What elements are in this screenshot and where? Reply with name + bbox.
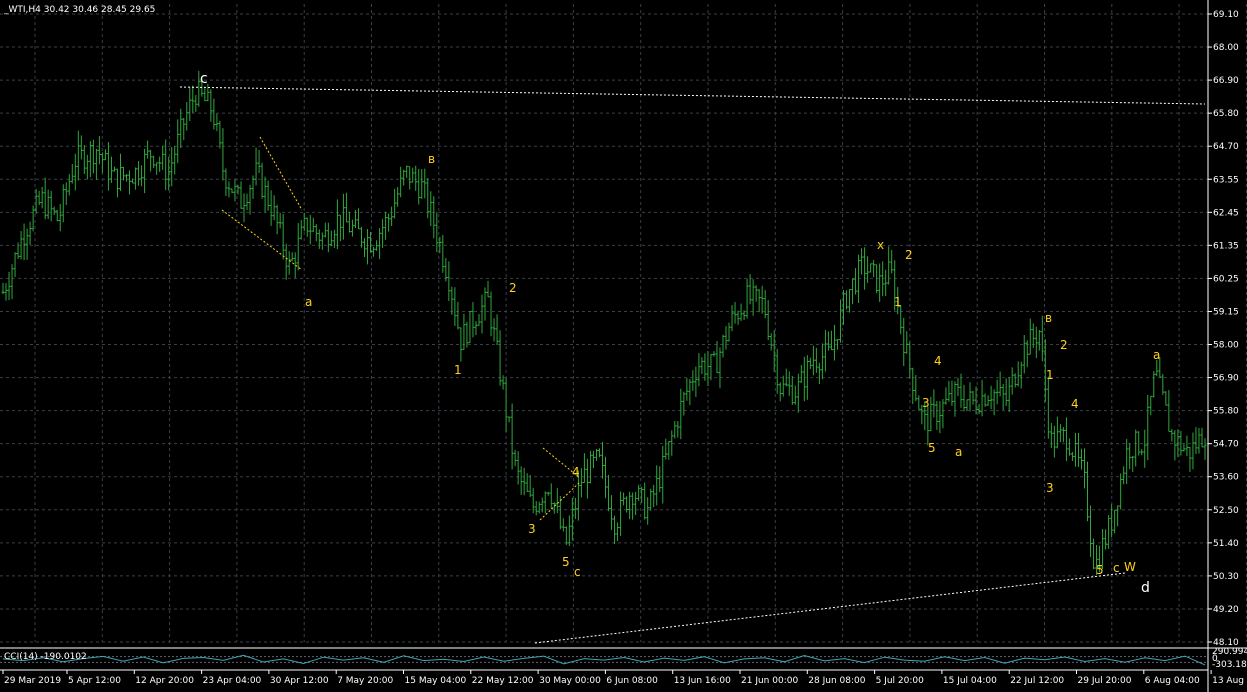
cci-label: CCI(14) -190.0102	[4, 652, 87, 662]
wave-label-u5: 5	[1096, 563, 1104, 577]
wave-label-v2: 2	[905, 248, 913, 262]
time-tick-label: 28 Jun 08:00	[808, 676, 865, 686]
time-tick-label: 6 Jun 08:00	[606, 676, 658, 686]
time-tick-label: 29 Mar 2019	[4, 676, 61, 686]
wave-label-c1: c	[574, 565, 581, 579]
time-tick-label: 6 Aug 04:00	[1145, 676, 1200, 686]
price-tick-label: 51.40	[1213, 539, 1239, 549]
time-tick-label: 12 Apr 20:00	[135, 676, 194, 686]
wave-label-W: W	[1124, 560, 1136, 574]
price-tick-label: 68.00	[1213, 43, 1239, 53]
time-tick-label: 5 Apr 12:00	[68, 676, 121, 686]
time-tick-label: 23 Apr 04:00	[203, 676, 262, 686]
wave-label-u4: 4	[1071, 397, 1079, 411]
price-tick-label: 66.90	[1213, 76, 1239, 86]
price-tick-label: 69.10	[1213, 10, 1239, 20]
wave-label-c_top: c	[200, 71, 208, 87]
price-tick-label: 49.20	[1213, 605, 1239, 615]
wave-label-v3: 3	[922, 396, 930, 410]
wave-label-w4: 4	[572, 465, 580, 479]
time-tick-label: 13 Aug 12:00	[1212, 676, 1247, 686]
time-tick-label: 30 Apr 12:00	[270, 676, 329, 686]
wave-label-c2: c	[1113, 561, 1120, 575]
price-tick-label: 55.80	[1213, 407, 1239, 417]
time-tick-label: 7 May 20:00	[337, 676, 393, 686]
wave-label-b2: в	[1045, 311, 1052, 325]
wave-label-w1: 1	[454, 363, 462, 377]
wave-label-d: d	[1141, 580, 1150, 596]
price-tick-label: 54.70	[1213, 440, 1239, 450]
price-tick-label: 62.45	[1213, 208, 1239, 218]
time-tick-label: 22 May 12:00	[472, 676, 534, 686]
cci-scale-label: -303.186	[1212, 660, 1247, 670]
wave-label-x: x	[877, 238, 884, 252]
price-tick-label: 61.35	[1213, 241, 1239, 251]
time-tick-label: 15 May 04:00	[405, 676, 467, 686]
price-tick-label: 53.60	[1213, 473, 1239, 483]
price-tick-label: 65.80	[1213, 109, 1239, 119]
wave-label-u2: 2	[1060, 338, 1068, 352]
wave-label-a3: a	[1153, 348, 1160, 362]
time-tick-label: 5 Jul 20:00	[876, 676, 925, 686]
wave-label-w3: 3	[528, 522, 536, 536]
time-tick-label: 30 May 00:00	[539, 676, 601, 686]
price-tick-label: 60.25	[1213, 274, 1239, 284]
price-tick-label: 64.70	[1213, 142, 1239, 152]
price-tick-label: 63.55	[1213, 175, 1239, 185]
price-tick-label: 50.30	[1213, 572, 1239, 582]
wave-label-a1: a	[305, 295, 312, 309]
wave-label-b1: в	[428, 152, 435, 166]
price-tick-label: 59.15	[1213, 307, 1239, 317]
symbol-info: _WTI,H4 30.42 30.46 28.45 29.65	[3, 5, 155, 15]
wave-label-v1: 1	[894, 295, 902, 309]
time-tick-label: 15 Jul 04:00	[943, 676, 997, 686]
time-tick-label: 29 Jul 20:00	[1078, 676, 1132, 686]
price-tick-label: 52.50	[1213, 506, 1239, 516]
wave-label-w2: 2	[509, 281, 517, 295]
wave-label-v4: 4	[934, 354, 942, 368]
wave-label-a2: a	[955, 445, 962, 459]
price-chart[interactable]: caв12345cx21435 aв21435 c Wda 69.1068.0066.…	[0, 0, 1247, 692]
wave-label-w5: 5	[562, 555, 570, 569]
time-tick-label: 13 Jun 16:00	[674, 676, 731, 686]
wave-label-u3: 3	[1046, 481, 1054, 495]
price-tick-label: 56.90	[1213, 374, 1239, 384]
wave-label-u1: 1	[1046, 368, 1054, 382]
time-tick-label: 21 Jun 00:00	[741, 676, 798, 686]
wave-label-v5: 5	[928, 441, 936, 455]
price-tick-label: 58.00	[1213, 341, 1239, 351]
time-tick-label: 22 Jul 12:00	[1010, 676, 1064, 686]
